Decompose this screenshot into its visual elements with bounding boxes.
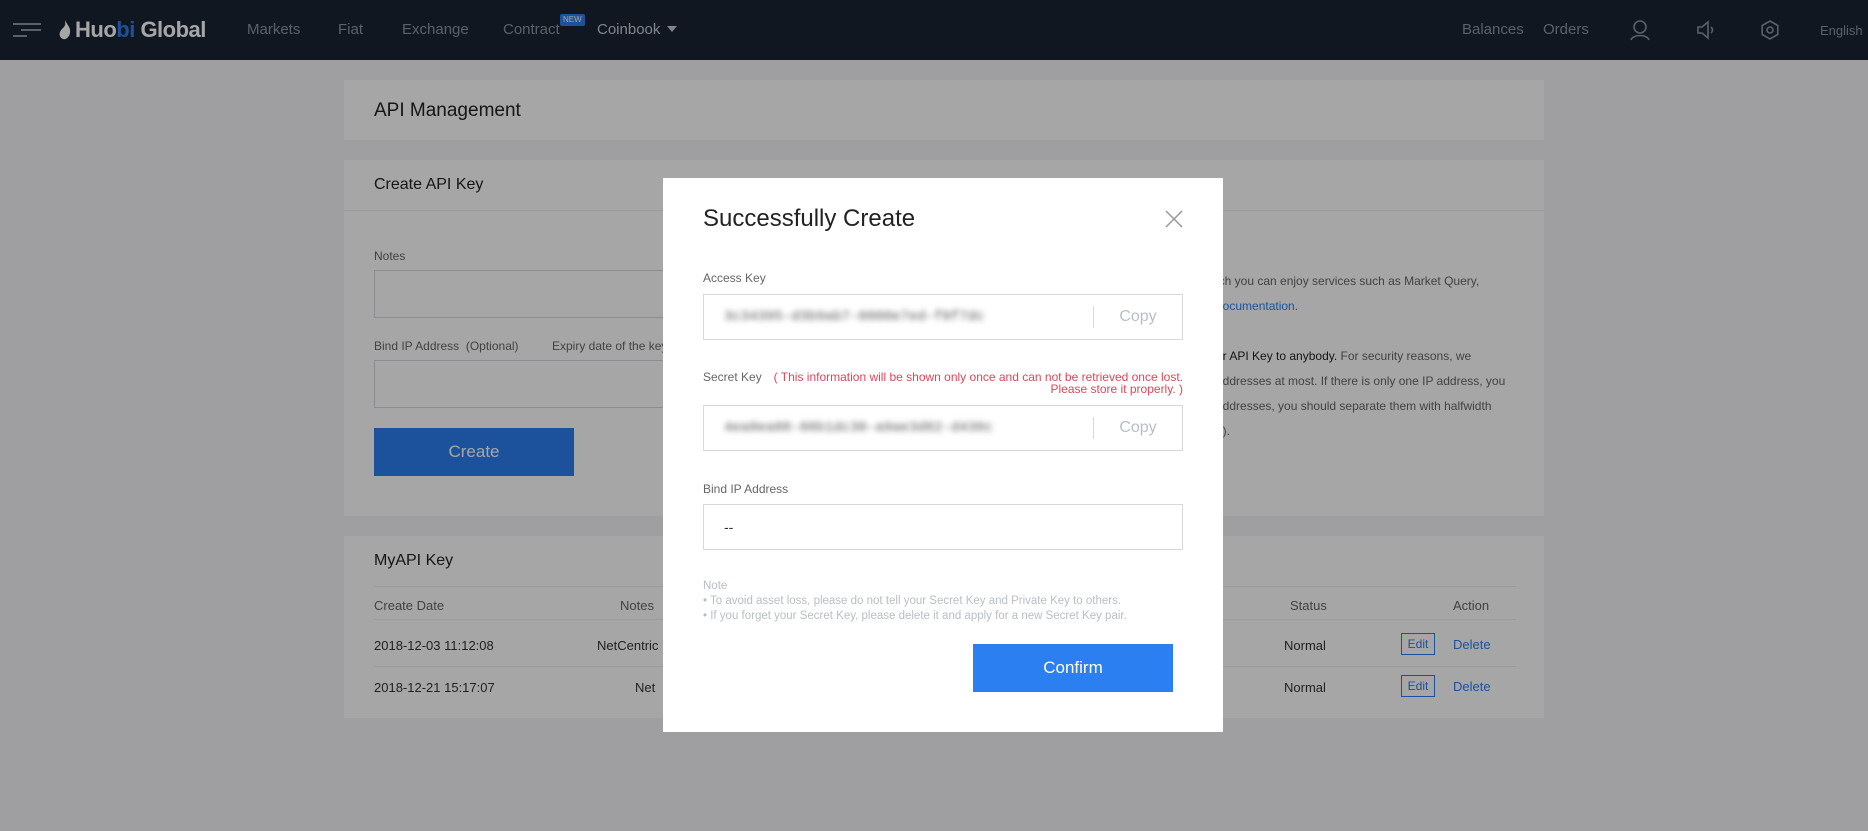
- close-icon[interactable]: [1165, 210, 1183, 228]
- note-line-2: • If you forget your Secret Key, please …: [703, 610, 1127, 622]
- modal-title: Successfully Create: [703, 205, 916, 232]
- secret-key-field: 4ea0ea08-88b1dc30-a9ae3d82-d438c Copy: [703, 405, 1183, 451]
- bind-ip-address-value: --: [724, 519, 734, 535]
- secret-key-warning-line-2: Please store it properly. ): [1050, 382, 1184, 396]
- note-line-1: • To avoid asset loss, please do not tel…: [703, 595, 1122, 607]
- secret-key-label: Secret Key: [703, 370, 762, 384]
- access-key-label: Access Key: [703, 271, 766, 285]
- secret-key-value[interactable]: 4ea0ea08-88b1dc30-a9ae3d82-d438c: [724, 420, 1093, 436]
- access-key-copy-button[interactable]: Copy: [1094, 308, 1182, 326]
- success-modal: Successfully Create Access Key 3c34395-d…: [663, 178, 1223, 732]
- bind-ip-address-field: --: [703, 504, 1183, 550]
- note-title: Note: [703, 580, 728, 592]
- access-key-value[interactable]: 3c34395-d3b9ab7-0000e7ed-f0f7dc: [724, 309, 1093, 325]
- secret-key-warning: ( This information will be shown only on…: [763, 371, 1183, 395]
- bind-ip-address-label: Bind IP Address: [703, 482, 789, 496]
- confirm-button[interactable]: Confirm: [973, 644, 1173, 692]
- secret-key-copy-button[interactable]: Copy: [1094, 419, 1182, 437]
- access-key-field: 3c34395-d3b9ab7-0000e7ed-f0f7dc Copy: [703, 294, 1183, 340]
